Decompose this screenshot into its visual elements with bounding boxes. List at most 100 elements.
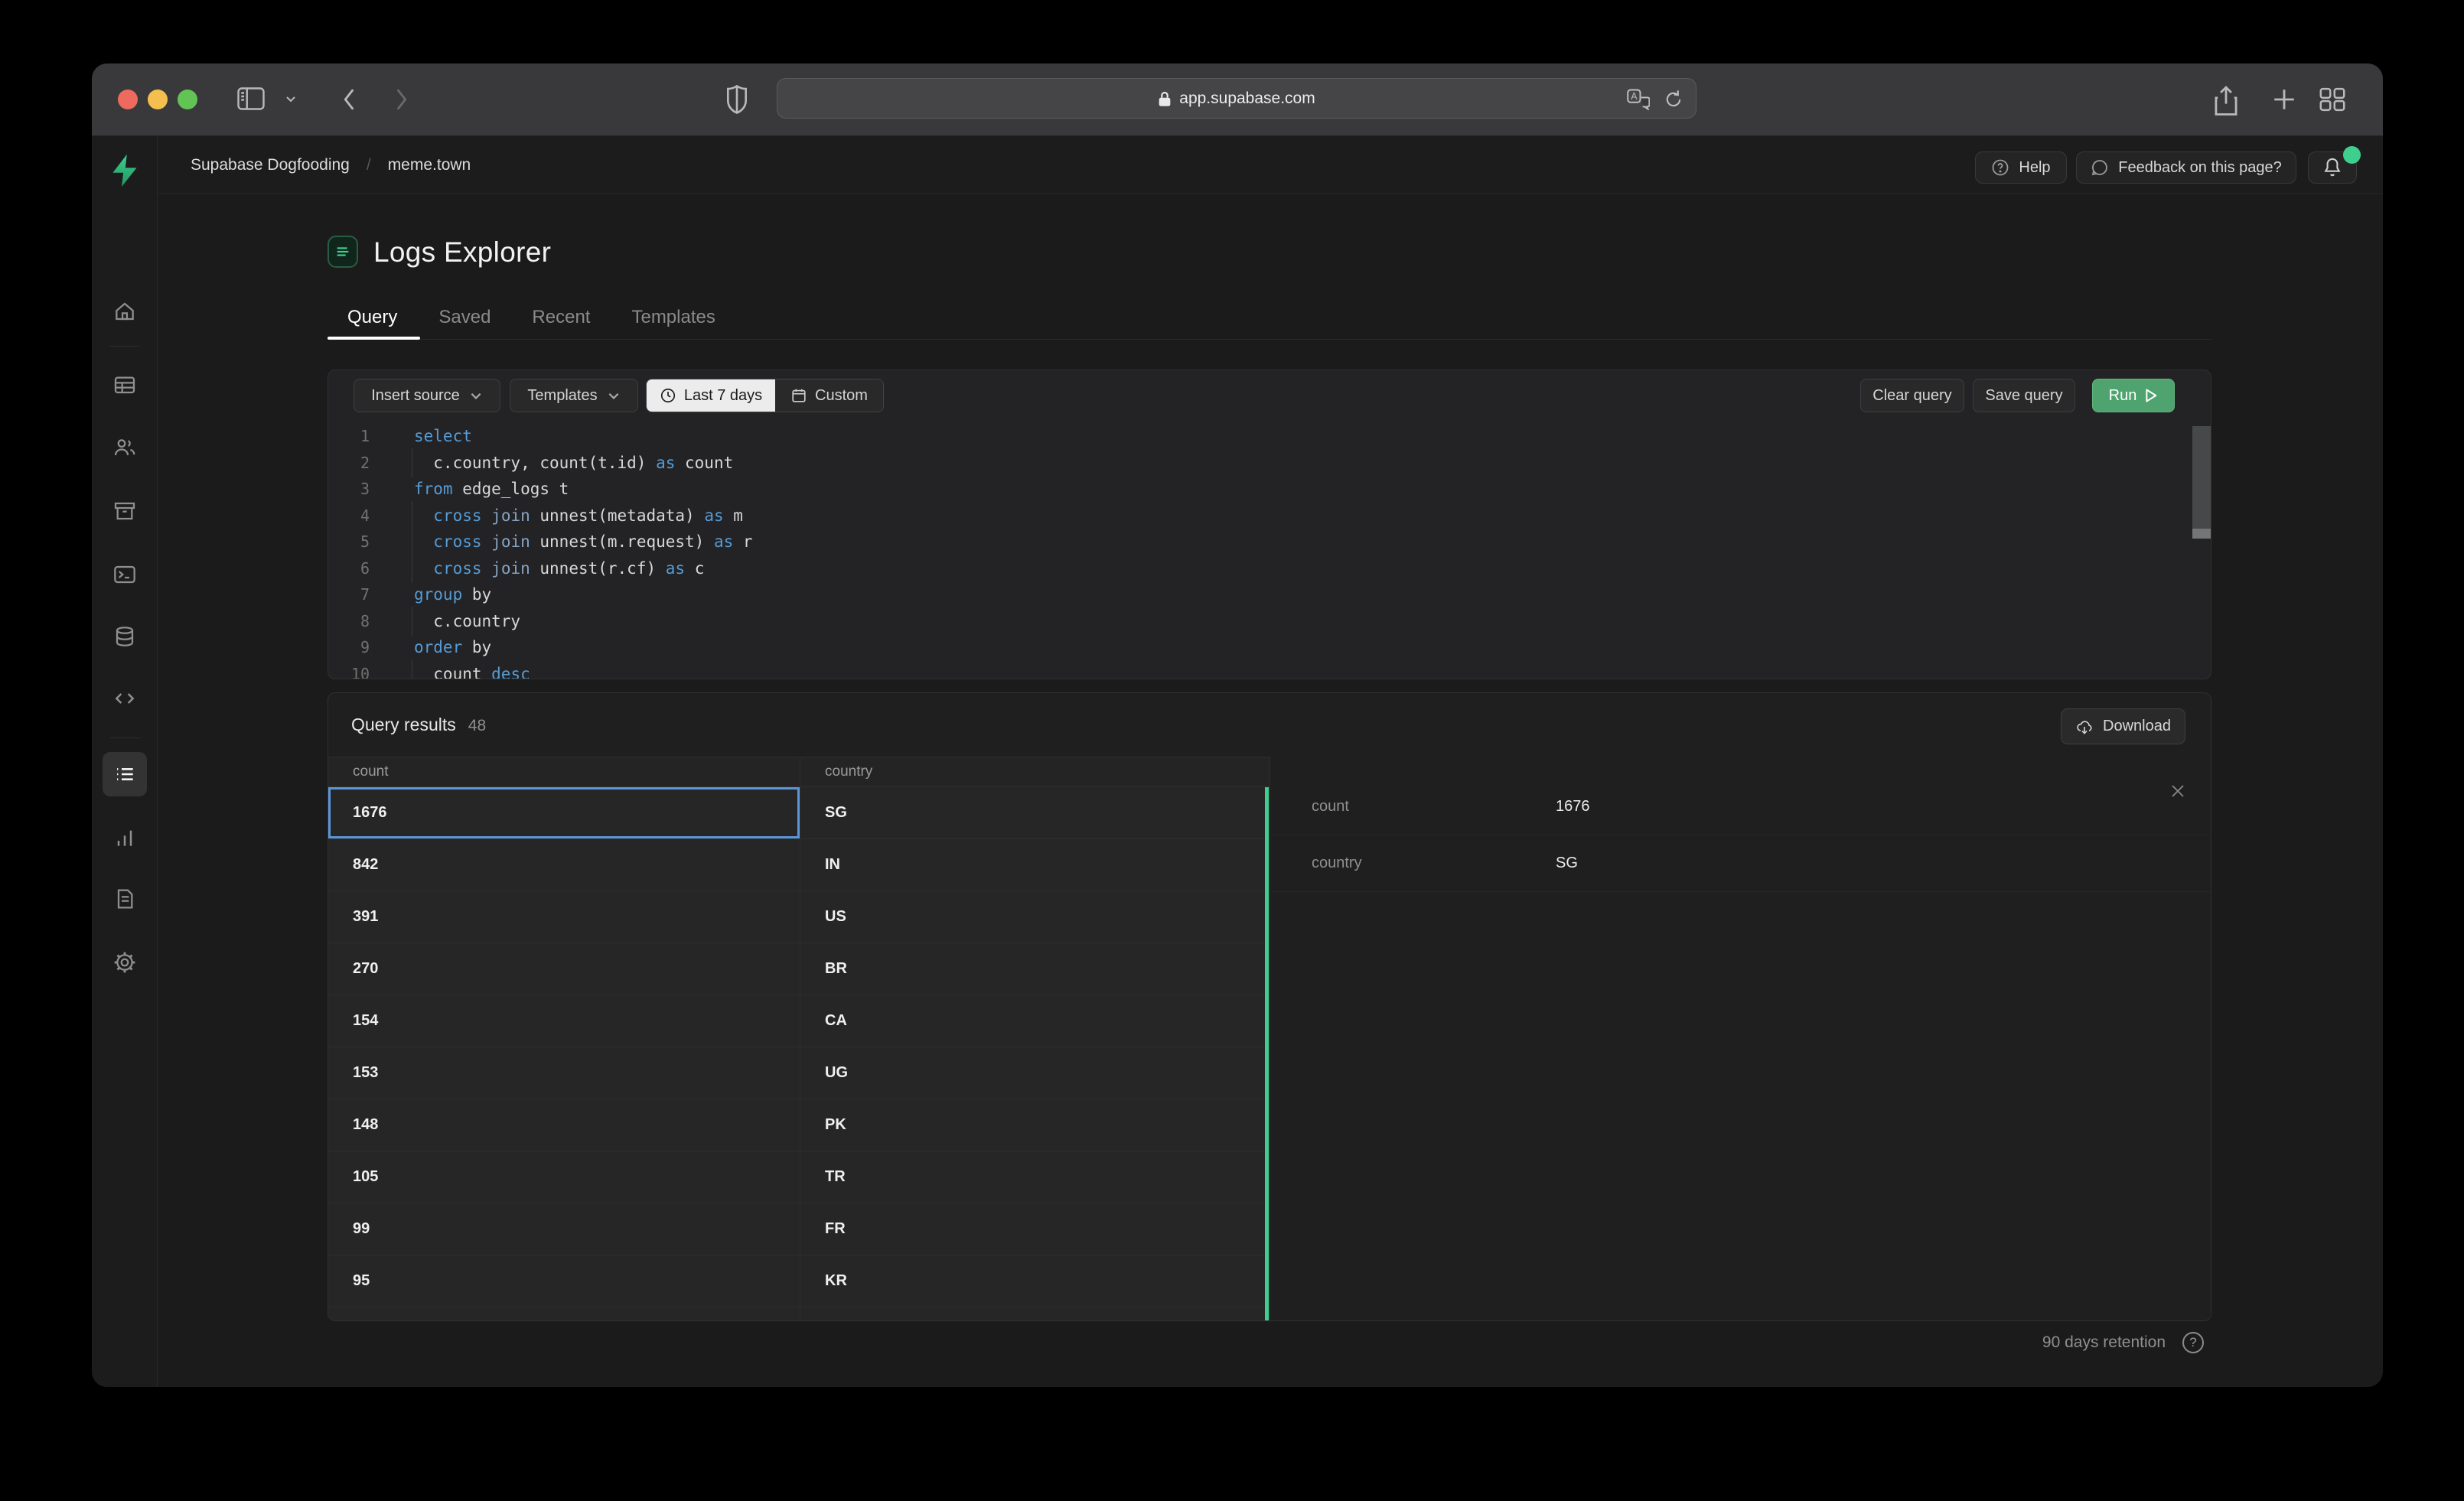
insert-source-label: Insert source [371, 386, 460, 404]
code-line[interactable]: 6 cross join unnest(r.cf) as c [328, 553, 2211, 583]
sidebar-item-reports[interactable] [112, 825, 137, 850]
insert-source-button[interactable]: Insert source [354, 379, 500, 412]
bell-icon [2324, 158, 2341, 177]
download-button[interactable]: Download [2061, 708, 2185, 744]
url-text: app.supabase.com [1179, 89, 1315, 107]
help-button[interactable]: Help [1975, 151, 2067, 184]
cell-count[interactable]: 99 [328, 1203, 800, 1255]
question-circle-icon[interactable]: ? [2182, 1332, 2204, 1353]
code-line[interactable]: 5 cross join unnest(m.request) as r [328, 527, 2211, 557]
tab-saved[interactable]: Saved [438, 307, 491, 342]
code-line[interactable]: 7 group by [328, 581, 2211, 608]
editor-scrollbar[interactable] [2192, 423, 2211, 679]
clear-query-button[interactable]: Clear query [1860, 379, 1964, 412]
sidebar-item-api[interactable] [112, 686, 137, 711]
tab-overview-icon[interactable] [2319, 86, 2346, 112]
table-row[interactable]: 1676 SG [328, 787, 1269, 839]
feedback-button[interactable]: Feedback on this page? [2076, 151, 2296, 184]
column-header-count[interactable]: count [328, 757, 800, 786]
cell-count[interactable]: 105 [328, 1151, 800, 1203]
table-row[interactable]: 148 PK [328, 1099, 1269, 1151]
sql-code-editor[interactable]: 1 select 2 c.country, count(t.id) as count… [328, 423, 2211, 679]
clear-query-label: Clear query [1872, 386, 1952, 404]
code-line[interactable]: 1 select [328, 423, 2211, 450]
forward-icon[interactable] [389, 86, 412, 112]
browser-window: app.supabase.com A Supabase Dogfooding /… [92, 63, 2383, 1387]
table-row[interactable]: 391 US [328, 891, 1269, 943]
code-line[interactable]: 4 cross join unnest(metadata) as m [328, 500, 2211, 530]
share-icon[interactable] [2213, 85, 2239, 116]
tab-templates[interactable]: Templates [631, 307, 715, 342]
address-bar[interactable]: app.supabase.com A [777, 78, 1696, 119]
privacy-shield-icon[interactable] [725, 85, 748, 114]
table-row[interactable]: 105 TR [328, 1151, 1269, 1203]
table-row[interactable]: 842 IN [328, 839, 1269, 891]
cell-count[interactable]: 842 [328, 839, 800, 891]
table-row[interactable]: 154 CA [328, 995, 1269, 1047]
cell-country[interactable]: BR [800, 943, 1269, 995]
chevron-down-icon [471, 392, 481, 399]
sidebar-item-storage[interactable] [112, 499, 137, 523]
cell-country[interactable]: PK [800, 1099, 1269, 1151]
table-row[interactable]: 99 FR [328, 1203, 1269, 1255]
tab-recent[interactable]: Recent [532, 307, 590, 342]
table-row[interactable]: 270 BR [328, 943, 1269, 995]
sidebar-item-database[interactable] [112, 624, 137, 649]
code-line[interactable]: 10 count desc [328, 659, 2211, 679]
sidebar-item-docs[interactable] [112, 887, 137, 911]
retention-note: 90 days retention ? [1775, 1332, 2204, 1353]
sidebar-item-home[interactable] [112, 299, 137, 324]
sidebar-item-sql-editor[interactable] [112, 562, 137, 587]
code-line[interactable]: 8 c.country [328, 606, 2211, 636]
new-tab-icon[interactable] [2271, 86, 2297, 112]
translate-icon[interactable]: A [1627, 89, 1650, 110]
sidebar-item-auth-users[interactable] [112, 435, 137, 460]
cell-country[interactable]: UG [800, 1047, 1269, 1099]
custom-range-button[interactable]: Custom [775, 379, 883, 412]
zoom-window-button[interactable] [178, 90, 197, 109]
line-number: 8 [360, 611, 370, 630]
cell-count[interactable]: 391 [328, 891, 800, 943]
save-query-button[interactable]: Save query [1973, 379, 2075, 412]
close-window-button[interactable] [118, 90, 138, 109]
logs-explorer-icon [328, 236, 358, 268]
cell-count[interactable]: 153 [328, 1047, 800, 1099]
cell-count[interactable]: 270 [328, 943, 800, 995]
cell-count[interactable]: 148 [328, 1099, 800, 1151]
cell-country[interactable]: IN [800, 839, 1269, 891]
column-header-country[interactable]: country [800, 757, 1269, 786]
cell-country[interactable]: US [800, 891, 1269, 943]
code-line[interactable]: 9 order by [328, 634, 2211, 661]
sidebar-item-settings[interactable] [112, 950, 137, 975]
cell-count[interactable]: 95 [328, 1255, 800, 1307]
sidebar-item-logs[interactable] [112, 762, 137, 786]
table-row[interactable]: 95 KR [328, 1255, 1269, 1307]
run-button[interactable]: Run [2092, 379, 2175, 412]
back-icon[interactable] [338, 86, 361, 112]
cell-country[interactable]: TR [800, 1151, 1269, 1203]
cell-country[interactable]: FR [800, 1203, 1269, 1255]
code-line[interactable]: 2 c.country, count(t.id) as count [328, 448, 2211, 477]
reload-icon[interactable] [1664, 89, 1683, 110]
sidebar-item-table-editor[interactable] [112, 373, 137, 397]
minimize-window-button[interactable] [148, 90, 168, 109]
detail-row: count 1676 [1269, 779, 2211, 835]
supabase-logo[interactable] [108, 153, 142, 188]
cell-count[interactable]: 154 [328, 995, 800, 1047]
cell-count[interactable]: 1676 [328, 787, 800, 838]
cell-country[interactable]: KR [800, 1255, 1269, 1307]
breadcrumb-project[interactable]: Supabase Dogfooding [191, 156, 350, 174]
table-row[interactable]: 153 UG [328, 1047, 1269, 1099]
templates-button[interactable]: Templates [510, 379, 638, 412]
sidebar-toggle-icon[interactable] [237, 87, 265, 110]
code-line[interactable]: 3 from edge_logs t [328, 476, 2211, 503]
cell-country[interactable]: SG [800, 787, 1269, 838]
editor-scrollbar-thumb[interactable] [2192, 426, 2211, 529]
cell-country[interactable]: CA [800, 995, 1269, 1047]
chevron-down-icon [608, 392, 618, 399]
sidebar-chevron-down-icon[interactable] [285, 94, 297, 103]
line-number: 3 [360, 480, 370, 499]
breadcrumb-page[interactable]: meme.town [388, 156, 471, 174]
last-7-days-button[interactable]: Last 7 days [647, 379, 775, 412]
sidebar [92, 136, 158, 1387]
